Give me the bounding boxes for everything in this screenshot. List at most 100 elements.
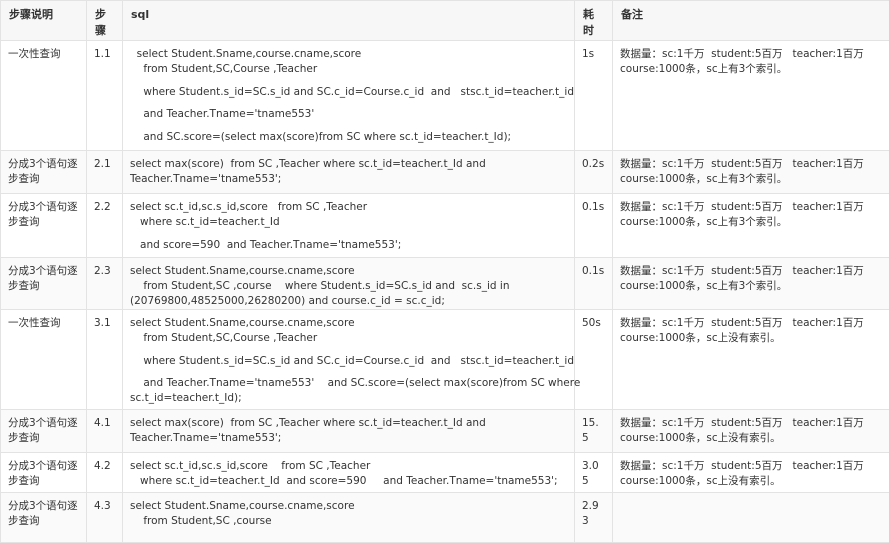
sql-line: select max(score) from SC ,Teacher where… (130, 157, 567, 172)
elapsed-time: 1s (575, 41, 612, 62)
sql-line: from Student,SC ,course where Student.s_… (130, 279, 567, 294)
elapsed-time-cell: 50s (575, 310, 613, 410)
step-number-cell: 4.2 (87, 453, 123, 493)
sql-text: select max(score) from SC ,Teacher where… (123, 151, 574, 187)
step-description: 一次性查询 (1, 310, 86, 331)
note-line: course:1000条，sc上有3个索引。 (620, 172, 882, 187)
step-description-cell: 分成3个语句逐步查询 (1, 493, 87, 543)
step-number-cell: 4.3 (87, 493, 123, 543)
note-line: course:1000条，sc上没有索引。 (620, 431, 882, 446)
sql-text: select sc.t_id,sc.s_id,score from SC ,Te… (123, 453, 574, 489)
elapsed-time: 0.1s (575, 258, 612, 279)
sql-line: where Student.s_id=SC.s_id and SC.c_id=C… (130, 354, 567, 369)
sql-line: and SC.score=(select max(score)from SC w… (130, 130, 567, 145)
sql-cell: select max(score) from SC ,Teacher where… (123, 151, 575, 194)
header-note: 备注 (613, 1, 889, 41)
step-number-cell: 2.3 (87, 258, 123, 310)
table-row: 一次性查询1.1 select Student.Sname,course.cna… (1, 41, 889, 151)
step-description: 分成3个语句逐步查询 (1, 151, 86, 187)
sql-line: where Student.s_id=SC.s_id and SC.c_id=C… (130, 85, 567, 100)
step-description: 分成3个语句逐步查询 (1, 493, 86, 529)
elapsed-time: 3.05 (575, 453, 612, 489)
sql-spacer (130, 346, 567, 354)
step-description: 分成3个语句逐步查询 (1, 258, 86, 294)
sql-line: where sc.t_id=teacher.t_Id (130, 215, 567, 230)
note-cell: 数据量：sc:1千万 student:5百万 teacher:1百万course… (613, 258, 889, 310)
step-number: 4.3 (87, 493, 122, 514)
note-line: course:1000条，sc上有3个索引。 (620, 62, 882, 77)
table-row: 分成3个语句逐步查询2.1 select max(score) from SC ,… (1, 151, 889, 194)
table-row: 分成3个语句逐步查询2.3select Student.Sname,course… (1, 258, 889, 310)
sql-spacer (130, 77, 567, 85)
sql-spacer (130, 100, 567, 108)
elapsed-time-cell: 2.93 (575, 493, 613, 543)
step-number: 4.2 (87, 453, 122, 474)
sql-spacer (130, 230, 567, 238)
note-cell: 数据量：sc:1千万 student:5百万 teacher:1百万course… (613, 410, 889, 453)
step-description: 分成3个语句逐步查询 (1, 453, 86, 489)
sql-line: select sc.t_id,sc.s_id,score from SC ,Te… (130, 459, 567, 474)
step-description: 分成3个语句逐步查询 (1, 410, 86, 446)
note-text: 数据量：sc:1千万 student:5百万 teacher:1百万course… (613, 453, 889, 489)
note-line: 数据量：sc:1千万 student:5百万 teacher:1百万 (620, 47, 882, 62)
elapsed-time-cell: 0.1s (575, 194, 613, 258)
sql-cell: select sc.t_id,sc.s_id,score from SC ,Te… (123, 453, 575, 493)
step-number-cell: 4.1 (87, 410, 123, 453)
sql-spacer (130, 369, 567, 377)
step-description-cell: 分成3个语句逐步查询 (1, 151, 87, 194)
sql-spacer (130, 122, 567, 130)
note-line: 数据量：sc:1千万 student:5百万 teacher:1百万 (620, 200, 882, 215)
step-number: 2.1 (87, 151, 122, 172)
sql-text: select sc.t_id,sc.s_id,score from SC ,Te… (123, 194, 574, 253)
sql-line: select sc.t_id,sc.s_id,score from SC ,Te… (130, 200, 567, 215)
sql-line: and Teacher.Tname='tname553' (130, 107, 567, 122)
step-number-cell: 2.2 (87, 194, 123, 258)
sql-line: Teacher.Tname='tname553'; (130, 431, 567, 446)
note-cell: 数据量：sc:1千万 student:5百万 teacher:1百万course… (613, 310, 889, 410)
sql-cell: select Student.Sname,course.cname,score … (123, 41, 575, 151)
note-line: 数据量：sc:1千万 student:5百万 teacher:1百万 (620, 416, 882, 431)
table-body: 一次性查询1.1 select Student.Sname,course.cna… (1, 41, 889, 543)
note-cell: 数据量：sc:1千万 student:5百万 teacher:1百万course… (613, 151, 889, 194)
note-text: 数据量：sc:1千万 student:5百万 teacher:1百万course… (613, 151, 889, 187)
sql-line: select Student.Sname,course.cname,score (130, 499, 567, 514)
step-description: 分成3个语句逐步查询 (1, 194, 86, 230)
header-time: 耗时 (575, 1, 613, 41)
step-number: 1.1 (87, 41, 122, 62)
header-sql: sql (123, 1, 575, 41)
step-description-cell: 一次性查询 (1, 310, 87, 410)
sql-line: select Student.Sname,course.cname,score (130, 316, 567, 331)
sql-cell: select max(score) from SC ,Teacher where… (123, 410, 575, 453)
table-row: 一次性查询3.1select Student.Sname,course.cnam… (1, 310, 889, 410)
elapsed-time-cell: 0.1s (575, 258, 613, 310)
header-step-description: 步骤说明 (1, 1, 87, 41)
sql-text: select Student.Sname,course.cname,score … (123, 258, 574, 309)
note-cell: 数据量：sc:1千万 student:5百万 teacher:1百万course… (613, 41, 889, 151)
note-line: 数据量：sc:1千万 student:5百万 teacher:1百万 (620, 264, 882, 279)
elapsed-time-cell: 15.5 (575, 410, 613, 453)
elapsed-time-cell: 0.2s (575, 151, 613, 194)
step-number-cell: 1.1 (87, 41, 123, 151)
elapsed-time: 50s (575, 310, 612, 331)
note-text (613, 493, 889, 499)
table-header-row: 步骤说明 步骤 sql 耗时 备注 (1, 1, 889, 41)
sql-line: (20769800,48525000,26280200) and course.… (130, 294, 567, 309)
note-text: 数据量：sc:1千万 student:5百万 teacher:1百万course… (613, 310, 889, 346)
sql-text: select Student.Sname,course.cname,score … (123, 41, 574, 145)
step-description-cell: 一次性查询 (1, 41, 87, 151)
sql-line: and Teacher.Tname='tname553' and SC.scor… (130, 376, 567, 391)
sql-line: sc.t_id=teacher.t_Id); (130, 391, 567, 406)
sql-line: and score=590 and Teacher.Tname='tname55… (130, 238, 567, 253)
note-cell: 数据量：sc:1千万 student:5百万 teacher:1百万course… (613, 453, 889, 493)
sql-line: where sc.t_id=teacher.t_Id and score=590… (130, 474, 567, 489)
sql-cell: select Student.Sname,course.cname,score … (123, 493, 575, 543)
sql-line: from Student,SC,Course ,Teacher (130, 62, 567, 77)
note-line: course:1000条，sc上没有索引。 (620, 331, 882, 346)
note-cell: 数据量：sc:1千万 student:5百万 teacher:1百万course… (613, 194, 889, 258)
step-description-cell: 分成3个语句逐步查询 (1, 258, 87, 310)
sql-line: select max(score) from SC ,Teacher where… (130, 416, 567, 431)
step-description-cell: 分成3个语句逐步查询 (1, 453, 87, 493)
sql-line: select Student.Sname,course.cname,score (130, 264, 567, 279)
sql-cell: select Student.Sname,course.cname,score … (123, 310, 575, 410)
sql-text: select max(score) from SC ,Teacher where… (123, 410, 574, 446)
